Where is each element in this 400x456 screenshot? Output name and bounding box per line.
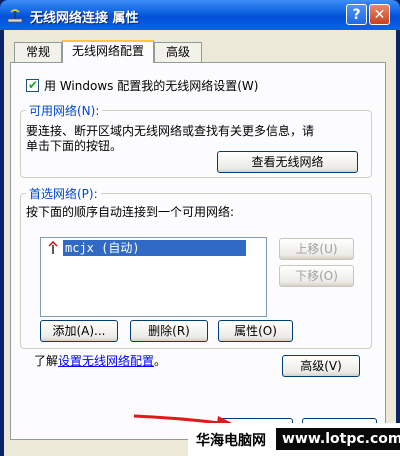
checkmark-icon: ✔ bbox=[28, 78, 39, 92]
watermark-banner: 华海电脑网 www.lotpc.com bbox=[188, 423, 400, 456]
properties-dialog: 无线网络连接 属性 ? ✕ 常规 无线网络配置 高级 ✔ 用 Windows 配… bbox=[0, 0, 400, 456]
wireless-network-icon bbox=[7, 9, 23, 23]
learn-suffix: 。 bbox=[154, 354, 167, 368]
properties-button[interactable]: 属性(O) bbox=[218, 320, 293, 342]
advanced-button[interactable]: 高级(V) bbox=[282, 355, 360, 377]
help-button[interactable]: ? bbox=[346, 4, 367, 25]
window-title: 无线网络连接 属性 bbox=[30, 11, 139, 26]
preferred-networks-text: 按下面的顺序自动连接到一个可用网络: bbox=[26, 205, 235, 219]
list-item[interactable]: mcjx (自动) bbox=[63, 240, 246, 256]
watermark-text: 华海电脑网 bbox=[196, 433, 266, 449]
wireless-signal-icon bbox=[48, 241, 58, 254]
close-icon: ✕ bbox=[373, 7, 386, 23]
learn-configure-link[interactable]: 设置无线网络配置 bbox=[58, 354, 154, 368]
help-icon: ? bbox=[352, 7, 361, 23]
add-button[interactable]: 添加(A)... bbox=[40, 320, 118, 342]
learn-prefix: 了解 bbox=[34, 354, 59, 368]
move-up-button[interactable]: 上移(U) bbox=[279, 238, 354, 260]
available-networks-legend: 可用网络(N): bbox=[26, 102, 103, 119]
preferred-networks-list[interactable]: mcjx (自动) bbox=[40, 237, 267, 317]
remove-button[interactable]: 删除(R) bbox=[130, 320, 208, 342]
dialog-body: 常规 无线网络配置 高级 ✔ 用 Windows 配置我的无线网络设置(W) 可… bbox=[4, 30, 396, 456]
tab-advanced[interactable]: 高级 bbox=[154, 42, 202, 62]
available-networks-text-2: 单击下面的按钮。 bbox=[26, 139, 123, 153]
move-down-button[interactable]: 下移(O) bbox=[279, 265, 354, 287]
tab-general[interactable]: 常规 bbox=[14, 42, 62, 62]
close-button[interactable]: ✕ bbox=[369, 4, 390, 25]
preferred-networks-legend: 首选网络(P): bbox=[26, 185, 101, 202]
learn-text: 了解设置无线网络配置。 bbox=[34, 352, 166, 369]
watermark-url: www.lotpc.com bbox=[276, 428, 400, 450]
use-windows-checkbox[interactable]: ✔ bbox=[26, 78, 39, 92]
view-wireless-networks-button[interactable]: 查看无线网络 bbox=[217, 151, 358, 173]
title-bar[interactable]: 无线网络连接 属性 ? ✕ bbox=[0, 0, 400, 30]
use-windows-label: 用 Windows 配置我的无线网络设置(W) bbox=[44, 79, 259, 93]
tab-wireless-networks[interactable]: 无线网络配置 bbox=[62, 40, 154, 63]
